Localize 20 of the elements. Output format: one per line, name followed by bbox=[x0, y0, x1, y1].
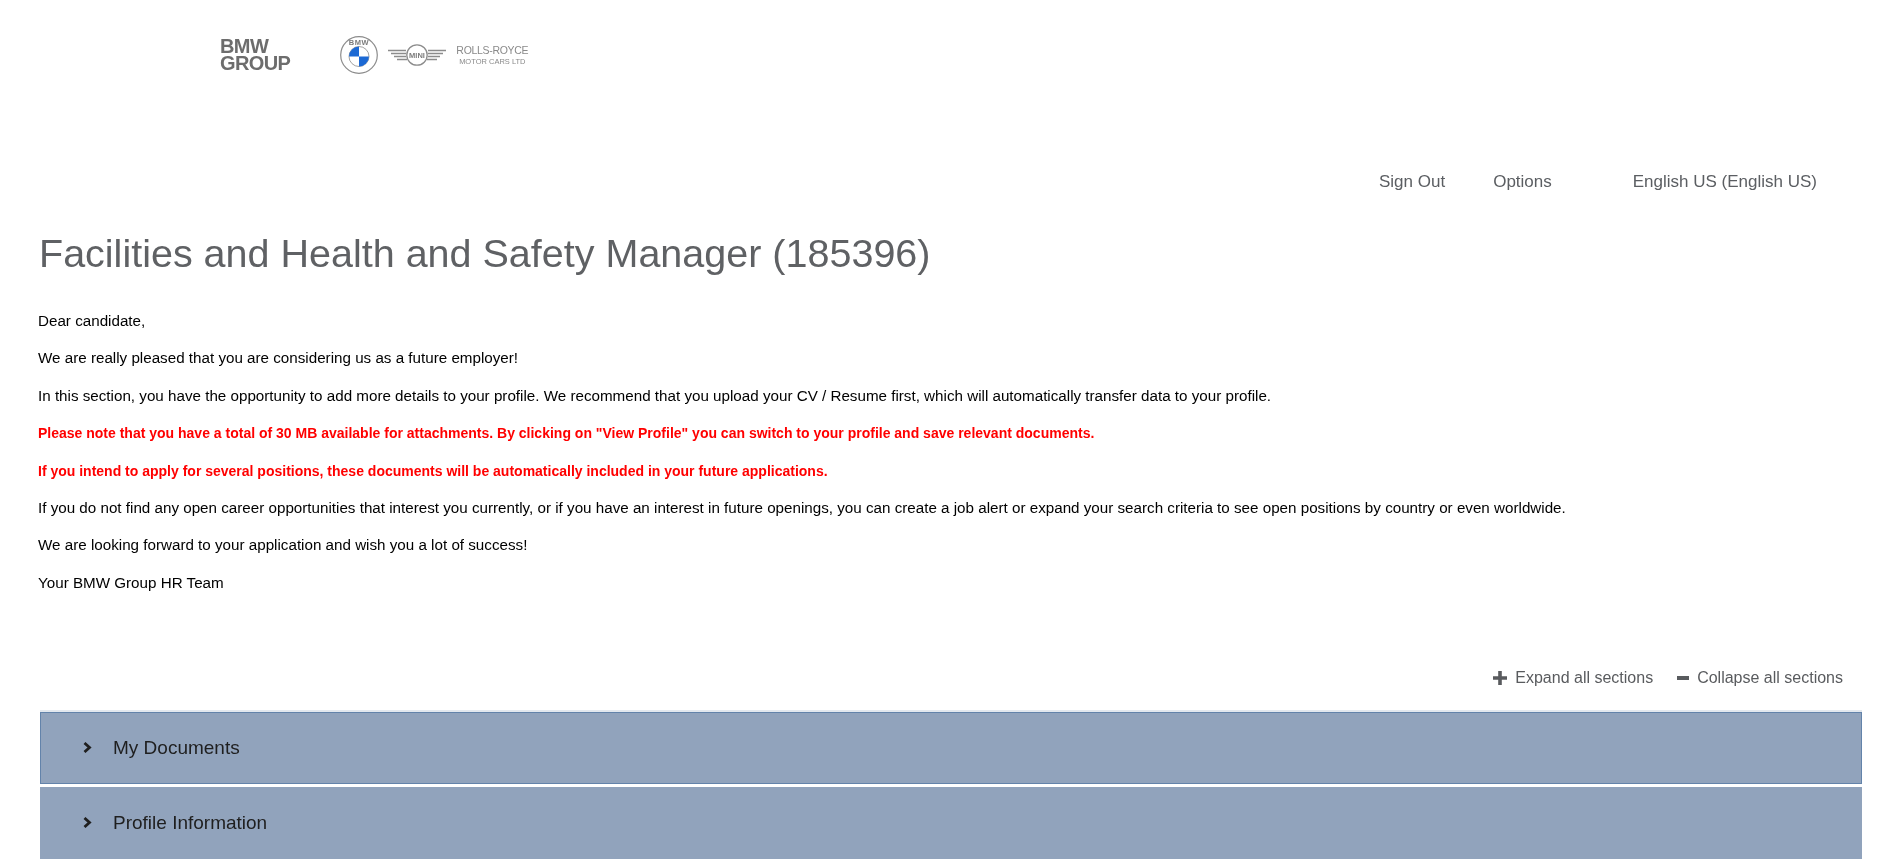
intro-text: If you do not find any open career opportunities that interest you currently, or if you have an interest in future openings, you can create a job alert or expand your search criteria to see open positions by country or even worldwide. bbox=[38, 497, 1566, 518]
intro-text: In this section, you have the opportunity to add more details to your profile. We recommend that you upload your CV / Resume first, which will automatically transfer data to your profile. bbox=[38, 385, 1272, 406]
intro-text: We are really pleased that you are considering us as a future employer! bbox=[38, 348, 519, 369]
section-header[interactable]: My Documents bbox=[40, 711, 1862, 784]
nav-link[interactable]: Options bbox=[1493, 172, 1552, 192]
notice-text: If you intend to apply for several positions, these documents will be automatically included in your future applications. bbox=[38, 461, 828, 481]
language-selector[interactable]: English US (English US) bbox=[1632, 172, 1817, 192]
wordmark-logo: ROLLS-ROYCE bbox=[456, 44, 529, 56]
minus-icon bbox=[1677, 675, 1690, 680]
intro-text: Your BMW Group HR Team bbox=[38, 572, 224, 593]
intro-text: Dear candidate, bbox=[38, 311, 146, 331]
notice-text: Please note that you have a total of 30 MB available for attachments. By clicking on "View Profile" you can switch to your profile and save relevant documents. bbox=[38, 424, 1095, 444]
collapse-all-button[interactable]: Collapse all sections bbox=[1677, 667, 1843, 688]
expand-all-button[interactable]: Expand all sections bbox=[1493, 667, 1654, 688]
nav-link[interactable]: Sign Out bbox=[1379, 172, 1446, 192]
section-header[interactable]: Profile Information bbox=[40, 786, 1862, 859]
intro-text: We are looking forward to your application and wish you a lot of success! bbox=[38, 535, 528, 556]
group-logo: BMW GROUP bbox=[220, 38, 291, 72]
plus-icon bbox=[1493, 670, 1508, 685]
page-title: Facilities and Health and Safety Manager (185396) bbox=[39, 230, 931, 276]
